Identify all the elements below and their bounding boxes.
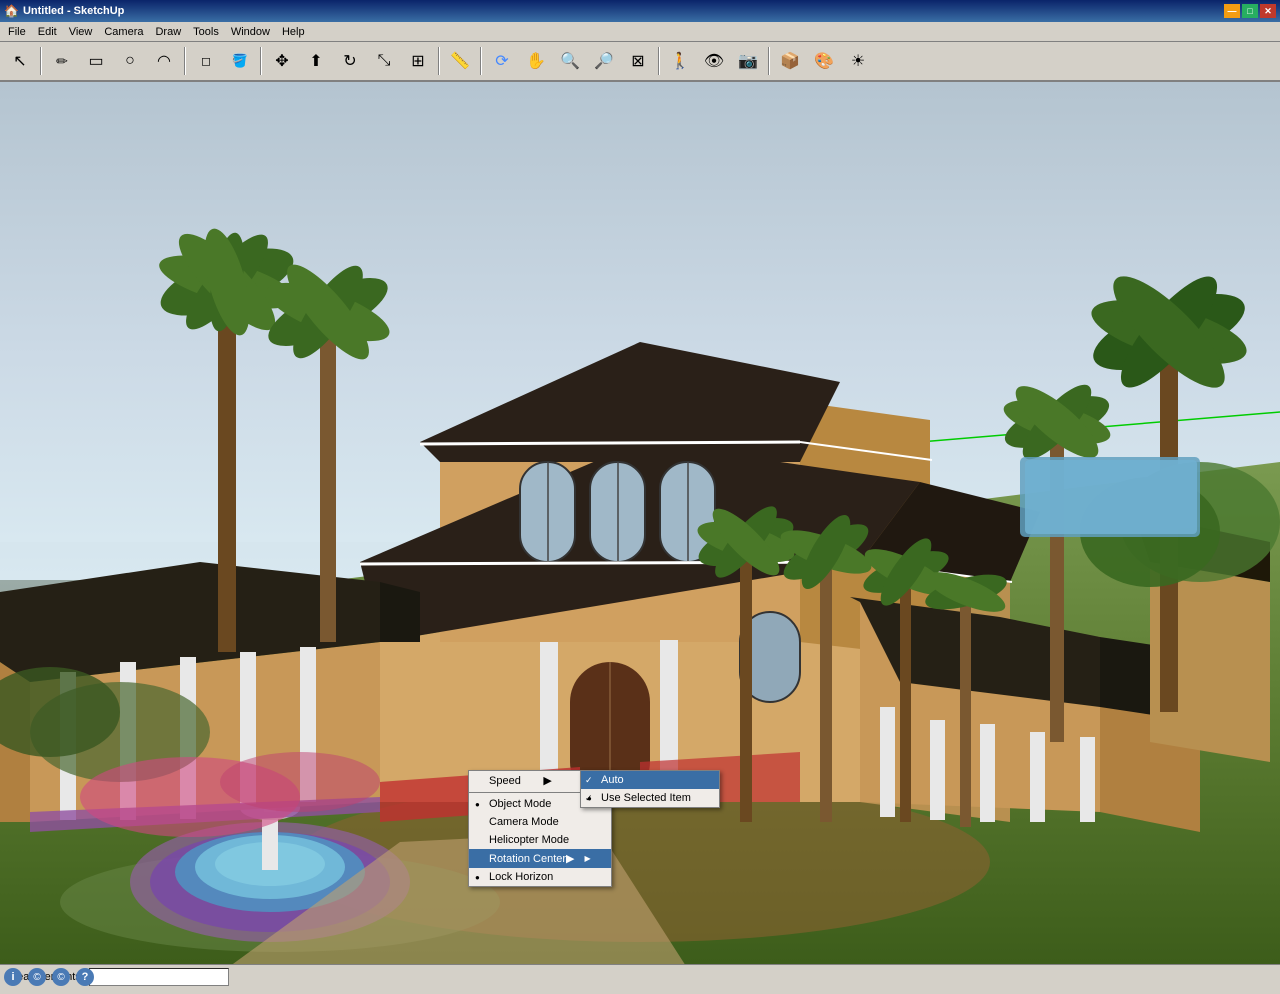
- window-controls: — □ ✕: [1224, 4, 1276, 18]
- tool-position-camera[interactable]: 📷: [732, 45, 764, 77]
- menu-file[interactable]: File: [2, 22, 32, 41]
- menu-camera[interactable]: Camera: [98, 22, 149, 41]
- tool-orbit[interactable]: ⟳: [486, 45, 518, 77]
- viewport[interactable]: Speed ▶ Object Mode Camera Mode Helicopt…: [0, 82, 1280, 988]
- tool-rectangle[interactable]: ▭: [80, 45, 112, 77]
- submenu-rotation-center: ✓ Auto ✓ Use Selected Item: [580, 770, 720, 808]
- tool-tape[interactable]: 📏: [444, 45, 476, 77]
- toolbar-separator-3: [260, 47, 262, 75]
- help-icon[interactable]: ?: [76, 968, 94, 986]
- scene-svg: [0, 82, 1280, 988]
- tool-shadows[interactable]: ☀: [842, 45, 874, 77]
- toolbar-separator-4: [438, 47, 440, 75]
- submenu-use-selected-item[interactable]: ✓ Use Selected Item: [581, 789, 719, 807]
- tool-zoom-out[interactable]: 🔎: [588, 45, 620, 77]
- tool-pan[interactable]: ✋: [520, 45, 552, 77]
- menu-view[interactable]: View: [63, 22, 99, 41]
- app-title: Untitled - SketchUp: [23, 5, 124, 17]
- context-menu-rotation-center[interactable]: Rotation Center ▶: [469, 849, 611, 868]
- creative-commons-icon[interactable]: ©: [28, 968, 46, 986]
- menu-edit[interactable]: Edit: [32, 22, 63, 41]
- attribution-icon[interactable]: ©: [52, 968, 70, 986]
- bottom-icons: i © © ?: [4, 968, 94, 986]
- tool-arc[interactable]: ◠: [148, 45, 180, 77]
- status-bar: i © © ? Measurements: [0, 964, 1280, 988]
- toolbar: ↖ ✏ ▭ ○ ◠ ◻ 🪣 ✥ ⬆ ↻ ⤡ ⊞ 📏 ⟳ ✋ 🔍 🔎 ⊠ 🚶 👁 …: [0, 42, 1280, 82]
- context-menu-lock-horizon[interactable]: Lock Horizon: [469, 868, 611, 886]
- toolbar-separator-5: [480, 47, 482, 75]
- menu-window[interactable]: Window: [225, 22, 276, 41]
- tool-zoom-ext[interactable]: ⊠: [622, 45, 654, 77]
- tool-walkaround[interactable]: 🚶: [664, 45, 696, 77]
- toolbar-separator-2: [184, 47, 186, 75]
- measurements-input[interactable]: [89, 968, 229, 986]
- tool-scale[interactable]: ⤡: [368, 45, 400, 77]
- tool-rotate[interactable]: ↻: [334, 45, 366, 77]
- tool-pencil[interactable]: ✏: [46, 45, 78, 77]
- tool-lookaround[interactable]: 👁: [698, 45, 730, 77]
- tool-move[interactable]: ✥: [266, 45, 298, 77]
- context-menu-helicopter-mode[interactable]: Helicopter Mode: [469, 831, 611, 849]
- toolbar-separator-6: [658, 47, 660, 75]
- menu-help[interactable]: Help: [276, 22, 311, 41]
- tool-pushpull[interactable]: ⬆: [300, 45, 332, 77]
- close-button[interactable]: ✕: [1260, 4, 1276, 18]
- tool-components[interactable]: 📦: [774, 45, 806, 77]
- menu-tools[interactable]: Tools: [187, 22, 225, 41]
- toolbar-separator-7: [768, 47, 770, 75]
- info-icon[interactable]: i: [4, 968, 22, 986]
- tool-select[interactable]: ↖: [4, 45, 36, 77]
- submenu-auto[interactable]: ✓ Auto: [581, 771, 719, 789]
- tool-materials[interactable]: 🎨: [808, 45, 840, 77]
- toolbar-separator-1: [40, 47, 42, 75]
- tool-offset[interactable]: ⊞: [402, 45, 434, 77]
- title-bar: 🏠 Untitled - SketchUp — □ ✕: [0, 0, 1280, 22]
- menu-draw[interactable]: Draw: [149, 22, 187, 41]
- tool-paint[interactable]: 🪣: [224, 45, 256, 77]
- titlebar-left: 🏠 Untitled - SketchUp: [4, 4, 124, 18]
- context-menu-camera-mode[interactable]: Camera Mode: [469, 813, 611, 831]
- tool-zoom-in[interactable]: 🔍: [554, 45, 586, 77]
- menu-bar: File Edit View Camera Draw Tools Window …: [0, 22, 1280, 42]
- minimize-button[interactable]: —: [1224, 4, 1240, 18]
- app-icon: 🏠: [4, 4, 19, 18]
- tool-circle[interactable]: ○: [114, 45, 146, 77]
- maximize-button[interactable]: □: [1242, 4, 1258, 18]
- tool-erase[interactable]: ◻: [190, 45, 222, 77]
